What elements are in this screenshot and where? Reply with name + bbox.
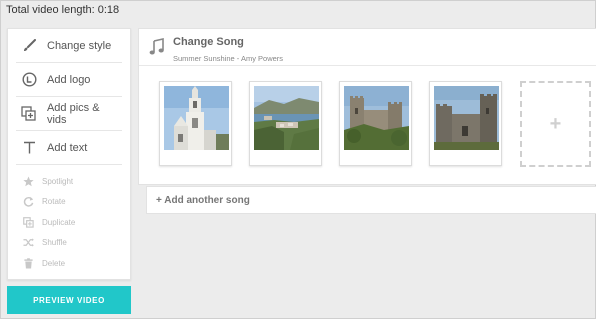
- song-header[interactable]: Change Song Summer Sunshine - Amy Powers: [139, 29, 596, 66]
- add-media-button[interactable]: +: [520, 81, 591, 167]
- rotate-icon: [22, 196, 34, 208]
- media-thumbnail[interactable]: [159, 81, 232, 166]
- media-thumbnails: +: [159, 81, 591, 167]
- add-pics-vids-button[interactable]: Add pics & vids: [16, 97, 122, 131]
- media-thumbnail[interactable]: [249, 81, 322, 166]
- church-photo: [164, 86, 229, 150]
- secondary-actions: Spotlight Rotate Duplicate Shuffle Delet…: [8, 165, 130, 274]
- primary-actions: Change style Add logo Add pics & vids Ad…: [8, 29, 130, 165]
- delete-label: Delete: [42, 258, 66, 268]
- change-style-button[interactable]: Change style: [16, 29, 122, 63]
- duplicate-label: Duplicate: [42, 217, 76, 227]
- shuffle-label: Shuffle: [42, 238, 67, 248]
- music-note-icon: [149, 38, 165, 56]
- add-logo-label: Add logo: [47, 73, 91, 86]
- media-thumbnail[interactable]: [339, 81, 412, 166]
- change-song-button[interactable]: Change Song: [173, 36, 244, 48]
- stone-wall-photo: [434, 86, 499, 150]
- preview-video-button[interactable]: PREVIEW VIDEO: [7, 286, 131, 314]
- delete-button[interactable]: Delete: [22, 253, 122, 274]
- rotate-label: Rotate: [42, 197, 66, 207]
- text-icon: [21, 140, 37, 156]
- shuffle-button[interactable]: Shuffle: [22, 233, 122, 254]
- duplicate-button[interactable]: Duplicate: [22, 212, 122, 233]
- spotlight-label: Spotlight: [42, 176, 74, 186]
- edit-sidebar: Change style Add logo Add pics & vids Ad…: [7, 28, 131, 280]
- fortress-photo: [344, 86, 409, 150]
- shuffle-icon: [22, 237, 34, 249]
- duplicate-icon: [22, 216, 34, 228]
- add-media-icon: [21, 106, 37, 122]
- trash-icon: [22, 257, 34, 269]
- add-text-button[interactable]: Add text: [16, 131, 122, 165]
- total-video-length: Total video length: 0:18: [6, 4, 120, 16]
- rotate-button[interactable]: Rotate: [22, 192, 122, 213]
- coast-photo: [254, 86, 319, 150]
- song-title: Summer Sunshine - Amy Powers: [173, 54, 284, 63]
- add-another-song-button[interactable]: + Add another song: [146, 186, 596, 214]
- brush-icon: [21, 38, 37, 54]
- song-panel: Change Song Summer Sunshine - Amy Powers: [138, 28, 596, 185]
- add-text-label: Add text: [47, 141, 88, 154]
- star-icon: [22, 175, 34, 187]
- media-thumbnail[interactable]: [429, 81, 502, 166]
- spotlight-button[interactable]: Spotlight: [22, 171, 122, 192]
- add-logo-button[interactable]: Add logo: [16, 63, 122, 97]
- add-pics-vids-label: Add pics & vids: [46, 101, 100, 126]
- change-style-label: Change style: [47, 39, 112, 52]
- logo-icon: [21, 72, 37, 88]
